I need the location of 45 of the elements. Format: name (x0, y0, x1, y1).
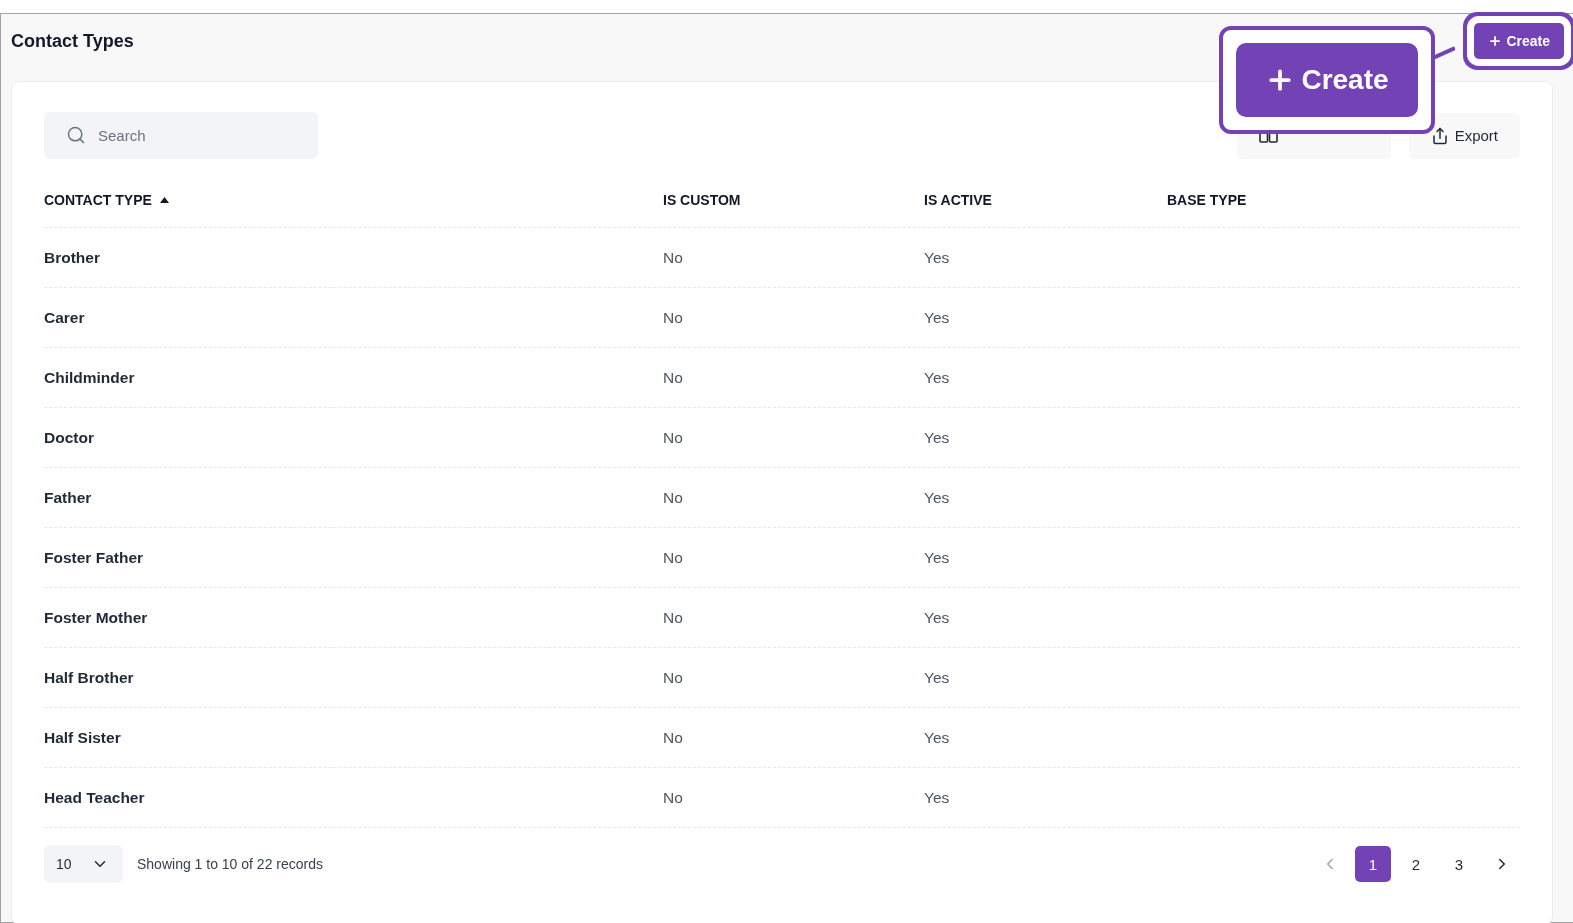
table-cell-text: Yes (924, 368, 951, 387)
column-header[interactable]: CONTACT TYPE (44, 192, 152, 208)
table-cell-text: Yes (924, 488, 951, 507)
table-cell-text: No (663, 788, 684, 807)
table-cell-text: Doctor (44, 428, 95, 447)
table-cell-text: No (663, 428, 684, 447)
table-cell-text: No (663, 608, 684, 627)
table-cell-text: No (663, 728, 684, 747)
plus-icon (1488, 34, 1503, 48)
column-header[interactable]: BASE TYPE (1167, 192, 1247, 208)
page-size-select[interactable]: 10 (44, 845, 123, 883)
table-cell-text: No (663, 668, 684, 687)
table-cell-text: Half Sister (44, 728, 122, 747)
table-cell-text: No (663, 308, 684, 327)
page-title: Contact Types (11, 30, 134, 52)
table-cell-text: Yes (924, 428, 951, 447)
table-cell-text: Head Teacher (44, 788, 146, 807)
table-cell-text: Yes (924, 308, 951, 327)
column-header[interactable]: IS CUSTOM (663, 192, 741, 208)
table-cell-text: No (663, 548, 684, 567)
table-cell-text: Father (44, 488, 93, 507)
upload-icon (1430, 126, 1449, 145)
page-button[interactable]: 1 (1355, 846, 1391, 882)
table-cell-text: Foster Mother (44, 608, 149, 627)
table-cell-text: Childminder (44, 368, 136, 387)
table-cell-text: Carer (44, 308, 86, 327)
create-button[interactable]: Create (1236, 43, 1418, 117)
page-button[interactable]: 2 (1398, 846, 1434, 882)
search-icon (66, 125, 86, 145)
column-header[interactable]: IS ACTIVE (924, 192, 992, 208)
table-cell-text: Yes (924, 548, 951, 567)
table-cell-text: Yes (924, 668, 951, 687)
table-cell-text: Foster Father (44, 548, 145, 567)
table-cell-text: No (663, 368, 684, 387)
table-cell-text: Brother (44, 248, 101, 267)
table-cell-text: Yes (924, 608, 951, 627)
table-cell-text: Half Brother (44, 668, 135, 687)
table-cell-text: Yes (924, 728, 951, 747)
table-cell-text: Yes (924, 248, 951, 267)
table-cell-text: No (663, 248, 684, 267)
table-cell-text: Yes (924, 788, 951, 807)
search-field[interactable]: Search (44, 112, 318, 159)
records-summary: Showing 1 to 10 of 22 records (137, 856, 323, 872)
table-cell-text: No (663, 488, 684, 507)
page-button[interactable]: 3 (1441, 846, 1477, 882)
